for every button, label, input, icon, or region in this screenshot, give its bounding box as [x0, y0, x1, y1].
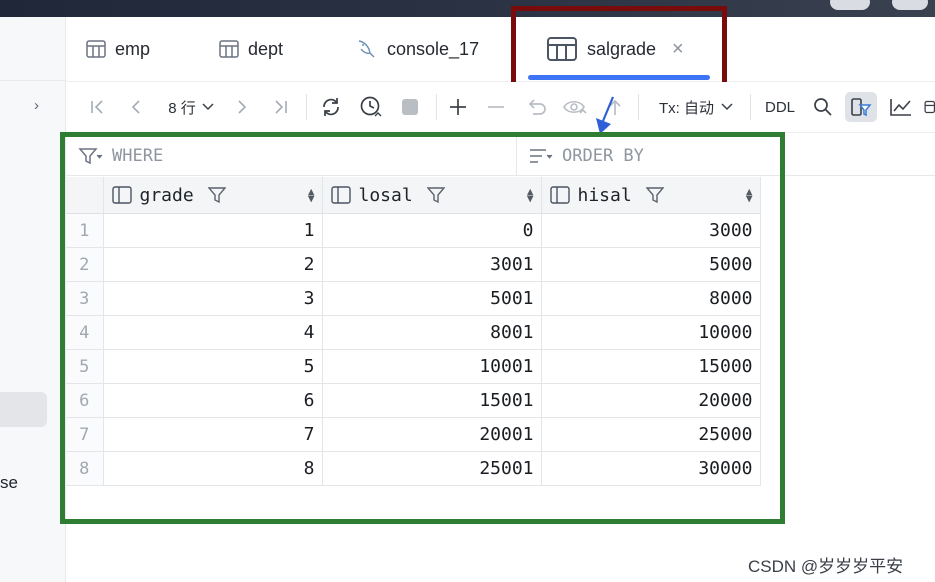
refresh-icon[interactable]: [316, 82, 346, 132]
table-icon: [219, 40, 239, 58]
revert-icon[interactable]: [522, 82, 550, 132]
toolbar-divider: [750, 94, 751, 120]
result-grid-annotation-box: [60, 132, 785, 524]
tab-label: dept: [248, 38, 284, 59]
table-icon: [86, 40, 106, 58]
history-clock-icon[interactable]: [356, 82, 386, 132]
next-page-icon[interactable]: [228, 82, 256, 132]
tab-label: console_17: [387, 38, 480, 59]
toolbar-divider: [306, 94, 307, 120]
toolbar-divider: [436, 94, 437, 120]
last-page-icon[interactable]: [266, 82, 294, 132]
more-tools-icon[interactable]: [922, 82, 935, 132]
editor-tab-bar: emp dept console_17 salgrade ×: [66, 17, 935, 82]
preview-changes-icon[interactable]: [560, 82, 590, 132]
submit-icon[interactable]: [602, 82, 628, 132]
results-toolbar: 8 行 Tx: 自动 DDL: [66, 82, 935, 133]
selected-panel-item[interactable]: [0, 392, 47, 427]
transaction-mode-dropdown[interactable]: Tx: 自动: [654, 82, 738, 132]
row-count-dropdown[interactable]: 8 行: [160, 82, 222, 132]
chevron-down-icon: [202, 103, 214, 111]
window-control-button[interactable]: [892, 0, 928, 10]
left-side-panel: › se: [0, 17, 66, 582]
tab-dept[interactable]: dept: [219, 17, 283, 81]
first-page-icon[interactable]: [84, 82, 112, 132]
chevron-down-icon: [721, 103, 733, 111]
ddl-label: DDL: [764, 98, 795, 116]
toolbar-divider: [638, 94, 639, 120]
panel-item-label: se: [0, 473, 18, 492]
watermark-text: CSDN @岁岁岁平安: [748, 557, 904, 576]
filter-bar-divider: [778, 175, 935, 176]
window-control-button[interactable]: [830, 0, 870, 10]
expand-chevron-icon[interactable]: ›: [34, 97, 39, 114]
ddl-button[interactable]: DDL: [760, 82, 800, 132]
row-count-label: 8 行: [168, 99, 196, 117]
filter-view-toggle-icon[interactable]: [844, 82, 878, 132]
add-row-icon[interactable]: [444, 82, 472, 132]
stop-icon[interactable]: [396, 82, 424, 132]
previous-page-icon[interactable]: [122, 82, 150, 132]
tab-emp[interactable]: emp: [86, 17, 150, 81]
chart-icon[interactable]: [886, 82, 916, 132]
tab-console[interactable]: console_17: [356, 17, 479, 81]
search-icon[interactable]: [810, 82, 836, 132]
console-icon: [356, 39, 378, 59]
delete-row-icon[interactable]: [482, 82, 510, 132]
window-title-bar: [0, 0, 935, 17]
transaction-mode-label: Tx: 自动: [659, 99, 714, 117]
tab-label: emp: [115, 38, 151, 59]
panel-divider: [0, 80, 65, 81]
active-tab-annotation-box: [511, 6, 727, 89]
